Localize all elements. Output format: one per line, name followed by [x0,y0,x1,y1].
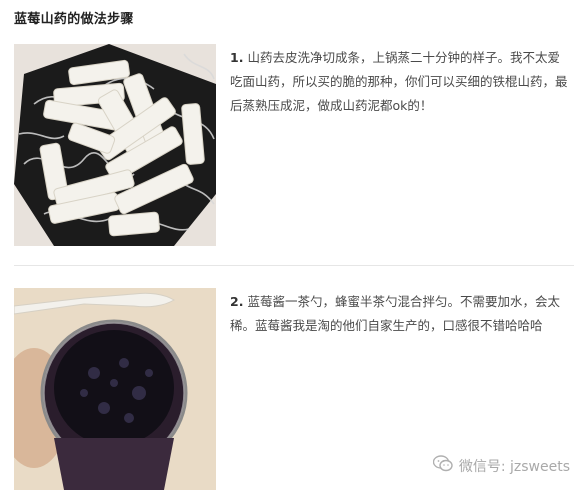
step-1: 1. 山药去皮洗净切成条，上锅蒸二十分钟的样子。我不太爱吃面山药，所以买的脆的那… [14,44,574,246]
step-divider [14,265,574,266]
wechat-icon [432,455,453,476]
step-2-description: 蓝莓酱一茶勺，蜂蜜半茶勺混合拌匀。不需要加水，会太稀。蓝莓酱我是淘的他们自家生产… [230,294,560,333]
step-1-text: 1. 山药去皮洗净切成条，上锅蒸二十分钟的样子。我不太爱吃面山药，所以买的脆的那… [230,46,572,118]
wechat-watermark: 微信号: jzsweets [432,455,570,476]
blueberry-jam-jar-photo [14,288,216,490]
step-1-number: 1. [230,50,244,65]
yam-sticks-photo [14,44,216,246]
step-2-text: 2. 蓝莓酱一茶勺，蜂蜜半茶勺混合拌匀。不需要加水，会太稀。蓝莓酱我是淘的他们自… [230,290,572,338]
step-1-description: 山药去皮洗净切成条，上锅蒸二十分钟的样子。我不太爱吃面山药，所以买的脆的那种，你… [230,50,568,113]
watermark-label: 微信号: jzsweets [458,458,570,475]
step-2-number: 2. [230,294,244,309]
page-title: 蓝莓山药的做法步骤 [14,12,134,27]
